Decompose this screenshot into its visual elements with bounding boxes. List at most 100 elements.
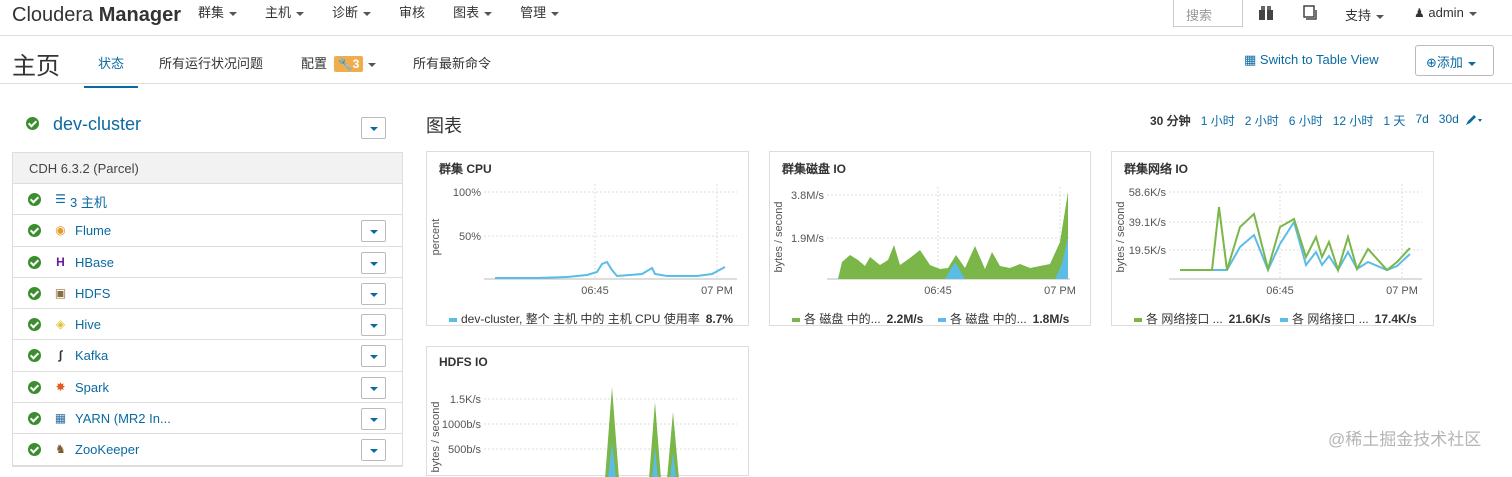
hbase-icon: H bbox=[56, 254, 65, 269]
cpu-series-line bbox=[495, 260, 726, 279]
table-icon: ▦ bbox=[1244, 52, 1257, 67]
time-range-option[interactable]: 30 分钟 bbox=[1150, 112, 1191, 129]
service-actions-dropdown[interactable] bbox=[361, 251, 386, 274]
cluster-name-link[interactable]: dev-cluster bbox=[53, 114, 141, 135]
time-range-option[interactable]: 30d bbox=[1439, 112, 1459, 129]
service-row: H HBase bbox=[13, 247, 402, 278]
running-commands-icon[interactable] bbox=[1302, 5, 1318, 21]
tab-health-issues[interactable]: 所有运行状况问题 bbox=[159, 53, 263, 72]
menu-diagnostics[interactable]: 诊断 bbox=[332, 0, 372, 36]
y-tick-label: 1.5K/s bbox=[450, 394, 482, 406]
edit-pencil-icon[interactable] bbox=[1465, 114, 1483, 126]
time-range-option[interactable]: 6 小时 bbox=[1289, 112, 1323, 129]
health-ok-icon bbox=[28, 412, 41, 426]
service-row: ∫ Kafka bbox=[13, 340, 402, 372]
menu-hosts[interactable]: 主机 bbox=[265, 0, 305, 36]
chart-card-cluster-cpu[interactable]: 群集 CPU percent 100% 50% 06:45 07 PM dev-cluste… bbox=[426, 151, 749, 326]
network-series-green bbox=[1180, 206, 1411, 274]
hdfs-series-green bbox=[605, 387, 679, 477]
hosts-link[interactable]: 3 主机 bbox=[70, 192, 107, 211]
wrench-icon: 🔧 bbox=[337, 57, 353, 71]
y-tick-label: 1.9M/s bbox=[791, 233, 825, 245]
health-ok-icon bbox=[28, 380, 41, 394]
y-axis-label: bytes / second bbox=[1115, 202, 1127, 273]
legend-swatch bbox=[792, 317, 800, 322]
time-range-option[interactable]: 1 小时 bbox=[1201, 112, 1235, 129]
menu-audits[interactable]: 审核 bbox=[399, 0, 425, 36]
plus-circle-icon: ⊕ bbox=[1426, 55, 1437, 70]
service-link[interactable]: HBase bbox=[75, 255, 114, 270]
legend-item[interactable]: 各 网络接口 ... 17.4K/s bbox=[1280, 310, 1417, 327]
chart-card-hdfs-io[interactable]: HDFS IO bytes / second 1.5K/s 1000b/s 500b/s bbox=[426, 346, 749, 477]
y-tick-label: 500b/s bbox=[448, 444, 482, 456]
legend-item[interactable]: 各 网络接口 ... 21.6K/s bbox=[1134, 310, 1271, 327]
time-range-selector: 30 分钟 1 小时 2 小时 6 小时 12 小时 1 天 7d 30d bbox=[1150, 112, 1469, 129]
chart-card-disk-io[interactable]: 群集磁盘 IO bytes / second 3.8M/s 1.9M/s 06:45 07… bbox=[769, 151, 1091, 326]
charts-title: 图表 bbox=[426, 116, 462, 136]
y-axis-label: percent bbox=[430, 219, 442, 256]
service-link[interactable]: Flume bbox=[75, 223, 111, 238]
parcel-icon[interactable] bbox=[1258, 5, 1274, 21]
legend-swatch bbox=[938, 317, 946, 322]
hive-icon: ◈ bbox=[55, 317, 66, 332]
health-ok-icon bbox=[28, 349, 41, 363]
time-range-option[interactable]: 12 小时 bbox=[1333, 112, 1374, 129]
x-tick-label: 06:45 bbox=[581, 285, 609, 297]
service-row: ▦ YARN (MR2 In... bbox=[13, 403, 402, 435]
switch-table-view-link[interactable]: ▦ Switch to Table View bbox=[1244, 52, 1379, 68]
main-menu: 群集 主机 诊断 审核 图表 管理 bbox=[198, 0, 587, 36]
chart-plot: percent 100% 50% 06:45 07 PM bbox=[430, 184, 737, 297]
service-link[interactable]: Spark bbox=[75, 380, 109, 395]
time-range-option[interactable]: 7d bbox=[1415, 112, 1428, 129]
service-link[interactable]: HDFS bbox=[75, 286, 110, 301]
tab-configuration[interactable]: 配置 🔧3 bbox=[301, 53, 377, 72]
service-link[interactable]: YARN (MR2 In... bbox=[75, 411, 171, 426]
y-tick-label: 3.8M/s bbox=[791, 190, 825, 202]
menu-charts[interactable]: 图表 bbox=[453, 0, 493, 36]
chart-plot: bytes / second 3.8M/s 1.9M/s 06:45 07 PM bbox=[773, 187, 1076, 297]
service-row: ▣ HDFS bbox=[13, 278, 402, 310]
cluster-actions-dropdown[interactable] bbox=[361, 117, 386, 139]
page-title: 主页 bbox=[12, 53, 60, 80]
legend-swatch bbox=[1280, 317, 1288, 322]
tab-status[interactable]: 状态 bbox=[84, 53, 139, 88]
brand-logo[interactable]: Cloudera Manager bbox=[12, 4, 181, 27]
brand-light: Cloudera bbox=[12, 4, 94, 26]
service-actions-dropdown[interactable] bbox=[361, 408, 386, 431]
x-tick-label: 07 PM bbox=[701, 285, 733, 297]
service-actions-dropdown[interactable] bbox=[361, 345, 386, 368]
legend-item[interactable]: 各 磁盘 中的... 2.2M/s bbox=[792, 310, 923, 327]
service-actions-dropdown[interactable] bbox=[361, 376, 386, 399]
service-actions-dropdown[interactable] bbox=[361, 439, 386, 462]
chart-card-network-io[interactable]: 群集网络 IO bytes / second 58.6K/s 39.1K/s 19.5K… bbox=[1111, 151, 1434, 326]
y-tick-label: 58.6K/s bbox=[1129, 187, 1167, 199]
legend-item[interactable]: 各 磁盘 中的... 1.8M/s bbox=[938, 310, 1069, 327]
time-range-option[interactable]: 1 天 bbox=[1383, 112, 1405, 129]
tab-recent-commands[interactable]: 所有最新命令 bbox=[413, 53, 491, 72]
chart-plot: bytes / second58.6K/s 39.1K/s 19.5K/s 06:45… bbox=[1115, 184, 1422, 297]
top-navbar: Cloudera Manager 群集 主机 诊断 审核 图表 管理 搜索 支持… bbox=[0, 0, 1512, 36]
cluster-health-icon bbox=[26, 117, 39, 130]
service-link[interactable]: Kafka bbox=[75, 348, 108, 363]
service-actions-dropdown[interactable] bbox=[361, 314, 386, 337]
user-menu[interactable]: ♟ admin bbox=[1414, 5, 1477, 20]
add-button[interactable]: ⊕添加 bbox=[1415, 45, 1494, 76]
service-actions-dropdown[interactable] bbox=[361, 282, 386, 305]
y-tick-label: 50% bbox=[459, 231, 481, 243]
service-row: ◉ Flume bbox=[13, 215, 402, 247]
user-icon: ♟ bbox=[1414, 6, 1425, 20]
service-list: CDH 6.3.2 (Parcel) ☰ 3 主机 ◉ Flume H HBase ▣ H… bbox=[12, 152, 403, 467]
service-link[interactable]: ZooKeeper bbox=[75, 442, 139, 457]
service-link[interactable]: Hive bbox=[75, 317, 101, 332]
y-tick-label: 19.5K/s bbox=[1129, 245, 1167, 257]
service-actions-dropdown[interactable] bbox=[361, 220, 386, 243]
menu-admin[interactable]: 管理 bbox=[520, 0, 560, 36]
y-axis-label: bytes / second bbox=[430, 402, 442, 473]
support-menu[interactable]: 支持 bbox=[1345, 5, 1385, 24]
spark-icon: ✸ bbox=[55, 379, 66, 394]
time-range-option[interactable]: 2 小时 bbox=[1245, 112, 1279, 129]
menu-clusters[interactable]: 群集 bbox=[198, 0, 238, 36]
legend-item[interactable]: dev-cluster, 整个 主机 中的 主机 CPU 使用率 8.7% bbox=[449, 310, 733, 327]
search-input[interactable]: 搜索 bbox=[1173, 0, 1243, 27]
x-tick-label: 06:45 bbox=[1266, 285, 1294, 297]
